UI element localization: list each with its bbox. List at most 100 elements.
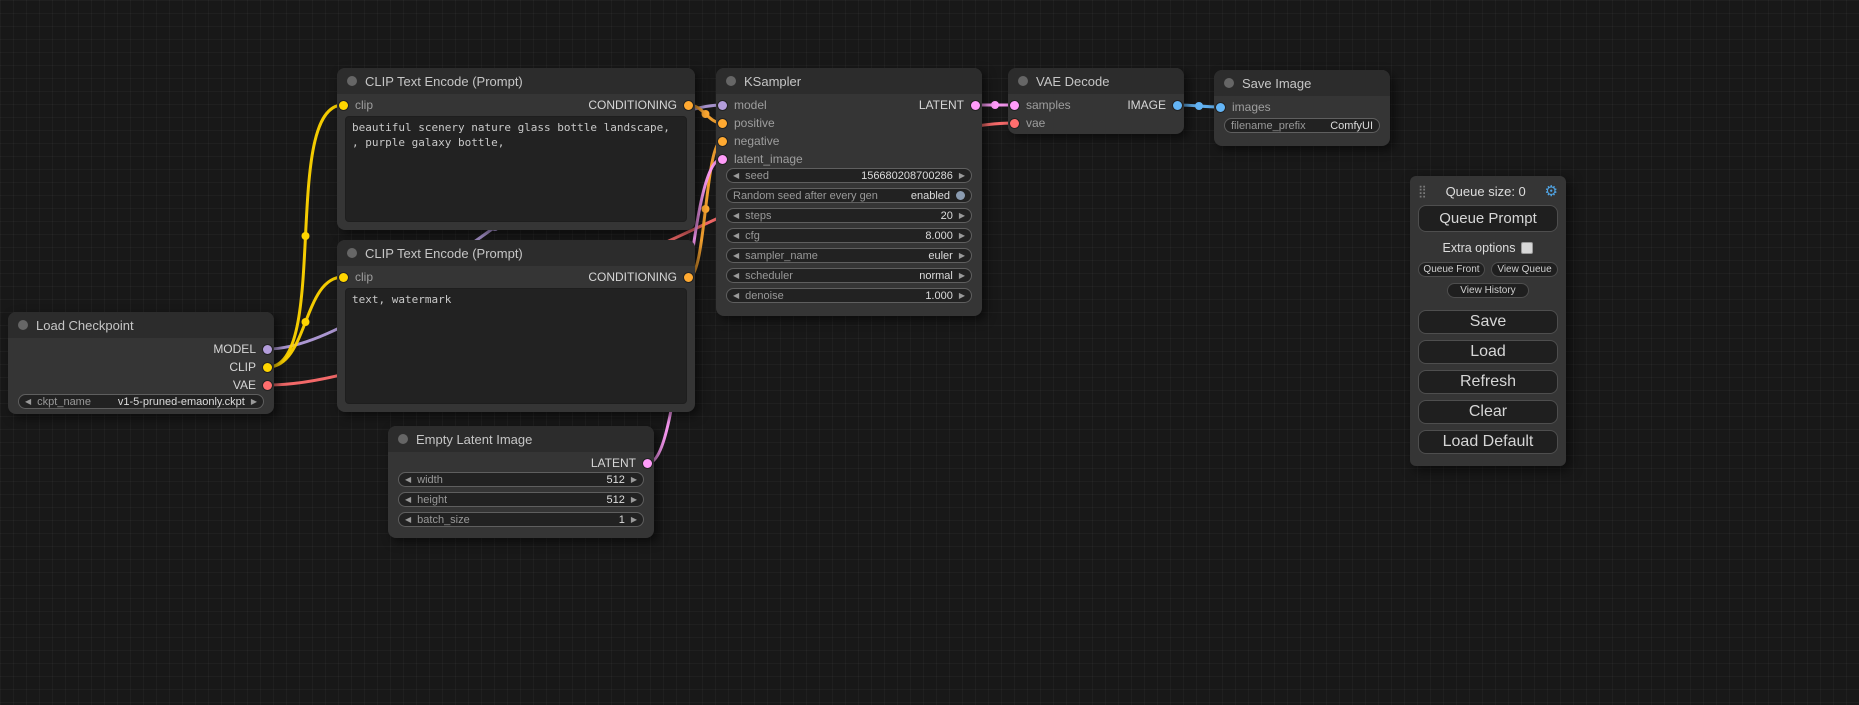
- increment-arrow-icon[interactable]: ▶: [959, 232, 965, 240]
- decrement-arrow-icon[interactable]: ◀: [733, 252, 739, 260]
- link-dot[interactable]: [702, 110, 710, 118]
- decrement-arrow-icon[interactable]: ◀: [405, 516, 411, 524]
- extra-options-checkbox[interactable]: [1521, 242, 1533, 254]
- output-slot-conditioning: CONDITIONING: [588, 270, 695, 284]
- slot-dot-conditioning[interactable]: [684, 273, 693, 282]
- node-clip-text-encode-negative[interactable]: CLIP Text Encode (Prompt) clip CONDITION…: [337, 240, 695, 412]
- slot-dot-latent[interactable]: [643, 459, 652, 468]
- increment-arrow-icon[interactable]: ▶: [631, 496, 637, 504]
- queue-menu-panel: ⣿ Queue size: 0 ⚙ Queue Prompt Extra opt…: [1410, 176, 1566, 466]
- decrement-arrow-icon[interactable]: ◀: [733, 172, 739, 180]
- slot-dot-image[interactable]: [1216, 103, 1225, 112]
- collapse-dot-icon[interactable]: [347, 248, 357, 258]
- slot-dot-conditioning[interactable]: [684, 101, 693, 110]
- slot-dot-latent[interactable]: [1010, 101, 1019, 110]
- slot-dot-model[interactable]: [718, 101, 727, 110]
- widget-scheduler[interactable]: ◀ scheduler normal ▶: [726, 268, 972, 283]
- increment-arrow-icon[interactable]: ▶: [959, 212, 965, 220]
- widget-random-seed-toggle[interactable]: Random seed after every gen enabled: [726, 188, 972, 203]
- clear-button[interactable]: Clear: [1418, 400, 1558, 424]
- increment-arrow-icon[interactable]: ▶: [251, 398, 257, 406]
- widget-steps[interactable]: ◀ steps 20 ▶: [726, 208, 972, 223]
- widget-ckpt-name[interactable]: ◀ ckpt_name v1-5-pruned-emaonly.ckpt ▶: [18, 394, 264, 409]
- decrement-arrow-icon[interactable]: ◀: [25, 398, 31, 406]
- input-label: samples: [1026, 98, 1071, 112]
- slot-dot-image[interactable]: [1173, 101, 1182, 110]
- queue-prompt-button[interactable]: Queue Prompt: [1418, 205, 1558, 232]
- queue-front-button[interactable]: Queue Front: [1418, 262, 1485, 277]
- menu-drag-handle-icon[interactable]: ⣿: [1418, 184, 1427, 198]
- collapse-dot-icon[interactable]: [1224, 78, 1234, 88]
- node-title-bar[interactable]: KSampler: [716, 68, 982, 94]
- collapse-dot-icon[interactable]: [18, 320, 28, 330]
- node-title-bar[interactable]: CLIP Text Encode (Prompt): [337, 68, 695, 94]
- load-default-button[interactable]: Load Default: [1418, 430, 1558, 454]
- prompt-textarea[interactable]: beautiful scenery nature glass bottle la…: [345, 116, 687, 222]
- slot-dot-vae[interactable]: [263, 381, 272, 390]
- view-history-button[interactable]: View History: [1447, 283, 1528, 298]
- settings-gear-icon[interactable]: ⚙: [1545, 184, 1558, 199]
- increment-arrow-icon[interactable]: ▶: [631, 476, 637, 484]
- increment-arrow-icon[interactable]: ▶: [959, 172, 965, 180]
- toggle-on-icon[interactable]: [956, 191, 965, 200]
- save-button[interactable]: Save: [1418, 310, 1558, 334]
- link-dot[interactable]: [1195, 102, 1203, 110]
- increment-arrow-icon[interactable]: ▶: [959, 252, 965, 260]
- node-title-bar[interactable]: CLIP Text Encode (Prompt): [337, 240, 695, 266]
- widget-filename-prefix[interactable]: filename_prefix ComfyUI: [1224, 118, 1380, 133]
- slot-dot-conditioning[interactable]: [718, 137, 727, 146]
- collapse-dot-icon[interactable]: [398, 434, 408, 444]
- output-slot-latent: LATENT: [919, 98, 982, 112]
- widget-width[interactable]: ◀ width 512 ▶: [398, 472, 644, 487]
- decrement-arrow-icon[interactable]: ◀: [733, 272, 739, 280]
- slot-dot-clip[interactable]: [339, 101, 348, 110]
- slot-dot-vae[interactable]: [1010, 119, 1019, 128]
- collapse-dot-icon[interactable]: [1018, 76, 1028, 86]
- decrement-arrow-icon[interactable]: ◀: [733, 232, 739, 240]
- node-title-bar[interactable]: VAE Decode: [1008, 68, 1184, 94]
- node-title-text: Empty Latent Image: [416, 432, 532, 447]
- collapse-dot-icon[interactable]: [347, 76, 357, 86]
- widget-batch-size[interactable]: ◀ batch_size 1 ▶: [398, 512, 644, 527]
- widget-name: batch_size: [417, 514, 470, 526]
- node-ksampler[interactable]: KSampler model LATENT positive negative: [716, 68, 982, 316]
- slot-dot-clip[interactable]: [339, 273, 348, 282]
- view-queue-button[interactable]: View Queue: [1491, 262, 1558, 277]
- widget-cfg[interactable]: ◀ cfg 8.000 ▶: [726, 228, 972, 243]
- decrement-arrow-icon[interactable]: ◀: [733, 212, 739, 220]
- refresh-button[interactable]: Refresh: [1418, 370, 1558, 394]
- increment-arrow-icon[interactable]: ▶: [959, 272, 965, 280]
- input-slot-model: model: [716, 98, 767, 112]
- increment-arrow-icon[interactable]: ▶: [959, 292, 965, 300]
- slot-dot-model[interactable]: [263, 345, 272, 354]
- slot-dot-latent[interactable]: [718, 155, 727, 164]
- load-button[interactable]: Load: [1418, 340, 1558, 364]
- decrement-arrow-icon[interactable]: ◀: [733, 292, 739, 300]
- widget-sampler-name[interactable]: ◀ sampler_name euler ▶: [726, 248, 972, 263]
- widget-denoise[interactable]: ◀ denoise 1.000 ▶: [726, 288, 972, 303]
- node-load-checkpoint[interactable]: Load Checkpoint MODEL CLIP VAE ◀ ckpt_na…: [8, 312, 274, 414]
- collapse-dot-icon[interactable]: [726, 76, 736, 86]
- node-empty-latent-image[interactable]: Empty Latent Image LATENT ◀ width 512 ▶ …: [388, 426, 654, 538]
- widget-seed[interactable]: ◀ seed 156680208700286 ▶: [726, 168, 972, 183]
- widget-height[interactable]: ◀ height 512 ▶: [398, 492, 644, 507]
- slot-dot-latent[interactable]: [971, 101, 980, 110]
- slot-dot-conditioning[interactable]: [718, 119, 727, 128]
- node-title-bar[interactable]: Empty Latent Image: [388, 426, 654, 452]
- prompt-textarea[interactable]: text, watermark: [345, 288, 687, 404]
- increment-arrow-icon[interactable]: ▶: [631, 516, 637, 524]
- link-dot[interactable]: [302, 232, 310, 240]
- input-label: images: [1232, 100, 1271, 114]
- node-clip-text-encode-positive[interactable]: CLIP Text Encode (Prompt) clip CONDITION…: [337, 68, 695, 230]
- input-slot-vae: vae: [1008, 116, 1045, 130]
- node-save-image[interactable]: Save Image images filename_prefix ComfyU…: [1214, 70, 1390, 146]
- node-title-bar[interactable]: Load Checkpoint: [8, 312, 274, 338]
- slot-dot-clip[interactable]: [263, 363, 272, 372]
- decrement-arrow-icon[interactable]: ◀: [405, 496, 411, 504]
- node-title-bar[interactable]: Save Image: [1214, 70, 1390, 96]
- node-vae-decode[interactable]: VAE Decode samples IMAGE vae: [1008, 68, 1184, 134]
- link-dot[interactable]: [302, 318, 310, 326]
- link-dot[interactable]: [991, 101, 999, 109]
- link-dot[interactable]: [702, 205, 710, 213]
- decrement-arrow-icon[interactable]: ◀: [405, 476, 411, 484]
